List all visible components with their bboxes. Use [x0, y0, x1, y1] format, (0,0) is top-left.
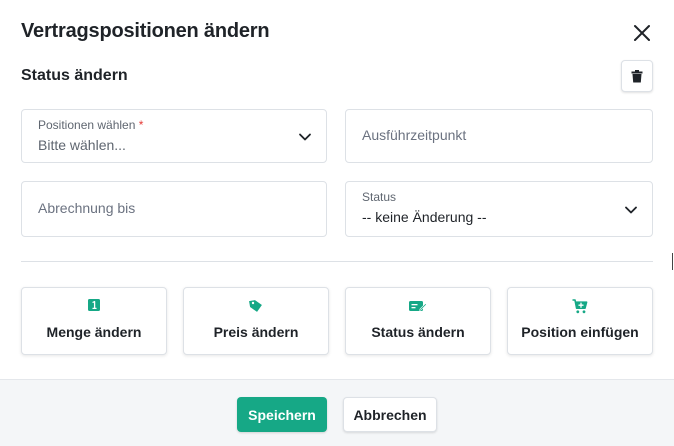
- section-title: Status ändern: [21, 67, 128, 84]
- divider: [21, 261, 653, 262]
- execution-time-placeholder: Ausführzeitpunkt: [362, 127, 467, 143]
- trash-icon: [631, 69, 643, 82]
- price-tag-icon: [249, 300, 262, 312]
- insert-position-label: Position einfügen: [521, 324, 639, 340]
- save-button[interactable]: Speichern: [237, 397, 327, 432]
- add-to-cart-icon: [572, 299, 588, 314]
- status-value: -- keine Änderung --: [362, 209, 487, 225]
- edit-contract-positions-dialog: Vertragspositionen ändern Status ändern …: [0, 0, 674, 446]
- chevron-down-icon: [625, 206, 637, 214]
- status-label: Status: [362, 190, 397, 204]
- close-button[interactable]: [630, 21, 654, 45]
- chevron-down-icon: [299, 133, 311, 141]
- change-quantity-label: Menge ändern: [46, 324, 142, 340]
- change-quantity-button[interactable]: Menge ändern: [21, 287, 167, 355]
- status-edit-icon: [409, 301, 427, 311]
- positions-label: Positionen wählen: [38, 118, 136, 132]
- text-cursor-mark: [672, 253, 673, 270]
- execution-time-input[interactable]: Ausführzeitpunkt: [345, 109, 653, 163]
- positions-select[interactable]: Positionen wählen * Bitte wählen...: [21, 109, 327, 163]
- cancel-button[interactable]: Abbrechen: [343, 397, 437, 432]
- close-icon: [634, 25, 650, 41]
- insert-position-button[interactable]: Position einfügen: [507, 287, 653, 355]
- change-price-label: Preis ändern: [213, 324, 299, 340]
- status-select[interactable]: Status -- keine Änderung --: [345, 181, 653, 237]
- dialog-footer: Speichern Abbrechen: [0, 379, 674, 446]
- required-mark: *: [138, 118, 144, 132]
- billing-until-input[interactable]: Abrechnung bis: [21, 181, 327, 237]
- billing-until-placeholder: Abrechnung bis: [38, 200, 136, 216]
- positions-value: Bitte wählen...: [38, 137, 126, 153]
- quantity-one-icon: [88, 299, 100, 311]
- delete-button[interactable]: [621, 60, 653, 92]
- change-status-button[interactable]: Status ändern: [345, 287, 491, 355]
- change-status-label: Status ändern: [371, 324, 465, 340]
- dialog-title: Vertragspositionen ändern: [21, 20, 270, 42]
- change-price-button[interactable]: Preis ändern: [183, 287, 329, 355]
